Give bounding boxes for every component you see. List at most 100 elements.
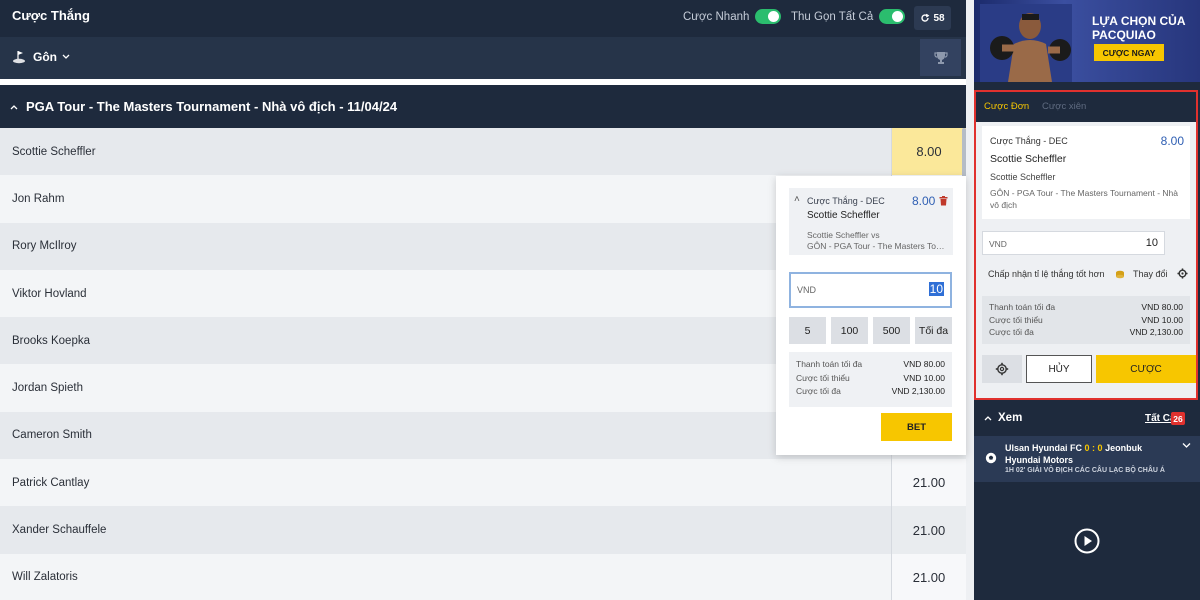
bet-slip-tabs: Cược Đơn Cược xiên <box>976 92 1196 122</box>
bet-limits: Thanh toán tối đa VND 80.00 Cược tối thiể… <box>789 352 952 407</box>
table-row: Xander Schauffele 21.00 <box>0 506 966 554</box>
selection-odds: 8.00 <box>1160 134 1184 148</box>
table-row: Will Zalatoris 21.00 <box>0 553 966 600</box>
promo-banner[interactable]: LỰA CHỌN CỦA PACQUIAO CƯỢC NGAY <box>974 0 1200 82</box>
player-name: Brooks Koepka <box>12 334 90 347</box>
banner-line-2: PACQUIAO <box>1092 28 1156 42</box>
odds-button[interactable]: 21.00 <box>891 506 966 554</box>
change-odds-link[interactable]: Thay đổi <box>1133 269 1168 279</box>
slip-actions: HỦY CƯỢC <box>982 355 1196 383</box>
quick-bet-button[interactable]: BET <box>881 413 952 441</box>
quick-bet-switch[interactable] <box>755 9 782 24</box>
stake-value[interactable]: 10 <box>1146 237 1158 249</box>
market-label: Cược Thắng - DEC <box>807 196 885 206</box>
watch-title: Xem <box>998 412 1023 424</box>
limit-value: VND 2,130.00 <box>1129 327 1183 337</box>
player-name: Scottie Scheffler <box>12 145 96 158</box>
coins-icon <box>1116 270 1124 279</box>
page-title: Cược Thắng <box>12 8 90 23</box>
selection-line-2: GÔN - PGA Tour - The Masters Tournament <box>807 241 947 251</box>
limit-label: Thanh toán tối đa <box>796 359 863 369</box>
collapse-all-switch[interactable] <box>879 9 906 24</box>
player-name: Jon Rahm <box>12 192 65 205</box>
limit-value: VND 10.00 <box>903 372 945 383</box>
currency-label: VND <box>989 239 1007 249</box>
refresh-button[interactable]: 58 <box>914 6 951 30</box>
trophy-button[interactable] <box>920 39 961 76</box>
match-score: 0 : 0 <box>1084 443 1103 453</box>
selection-name: Scottie Scheffler <box>807 210 880 221</box>
accept-better-odds-label: Chấp nhận tỉ lệ thắng tốt hơn <box>988 269 1105 279</box>
table-row: Scottie Scheffler 8.00 <box>0 128 966 176</box>
place-bet-button[interactable]: CƯỢC <box>1096 355 1196 383</box>
chevron-up-icon[interactable]: ˄ <box>794 194 800 205</box>
player-name: Rory McIlroy <box>12 240 77 253</box>
quick-bet-label: Cược Nhanh <box>683 10 750 23</box>
chevron-down-icon <box>62 54 70 59</box>
watch-section: Xem Tất Cả 26 Ulsan Hyundai FC 0 : 0 Jeo… <box>974 402 1200 600</box>
odds-button[interactable]: 21.00 <box>891 459 966 507</box>
collapse-all-label: Thu Gọn Tất Cả <box>791 10 874 23</box>
match-meta: 1H 02' GIẢI VÔ ĐỊCH CÁC CÂU LẠC BỘ CHÂU … <box>1005 467 1165 474</box>
sport-label: Gôn <box>33 50 57 64</box>
selection-line-1: Scottie Scheffler vs <box>807 230 880 240</box>
slip-stake-input[interactable]: VND 10 <box>982 231 1165 255</box>
limit-label: Thanh toán tối đa <box>989 302 1056 312</box>
watch-header[interactable]: Xem <box>984 412 1022 424</box>
chevron-up-icon <box>984 416 992 421</box>
banner-cta-button[interactable]: CƯỢC NGAY <box>1094 44 1164 61</box>
gear-icon[interactable] <box>1177 268 1188 279</box>
odds-button[interactable]: 8.00 <box>891 128 966 176</box>
trash-icon[interactable] <box>939 193 948 211</box>
play-icon[interactable] <box>1074 528 1100 554</box>
chevron-down-icon[interactable] <box>1182 442 1191 449</box>
player-name: Jordan Spieth <box>12 382 83 395</box>
limit-value: VND 2,130.00 <box>891 386 945 396</box>
sport-bar: Gôn <box>0 37 966 79</box>
quick-amount-5[interactable]: 5 <box>789 317 826 344</box>
market-label: Cược Thắng - DEC <box>990 136 1068 146</box>
golf-icon <box>13 51 25 64</box>
quick-amount-100[interactable]: 100 <box>831 317 868 344</box>
stake-value[interactable]: 10 <box>928 282 944 296</box>
quick-bet-popup: ˄ Cược Thắng - DEC 8.00 Scottie Scheffle… <box>776 176 966 455</box>
limit-label: Cược tối thiểu <box>989 314 1043 325</box>
quick-bet-toggle[interactable]: Cược Nhanh <box>683 9 782 24</box>
limit-value: VND 80.00 <box>903 359 945 369</box>
market-pane: Cược Thắng Cược Nhanh Thu Gọn Tất Cả 58 … <box>0 0 966 600</box>
quick-amount-500[interactable]: 500 <box>873 317 910 344</box>
limit-label: Cược tối đa <box>989 327 1034 337</box>
refresh-icon <box>921 13 930 22</box>
slip-settings-button[interactable] <box>982 355 1022 383</box>
tab-parlay[interactable]: Cược xiên <box>1042 101 1086 112</box>
live-match[interactable]: Ulsan Hyundai FC 0 : 0 Jeonbuk Hyundai M… <box>974 436 1200 482</box>
odds-button[interactable]: 21.00 <box>891 553 966 600</box>
event-header[interactable]: PGA Tour - The Masters Tournament - Nhà … <box>0 85 966 128</box>
selection-name: Scottie Scheffler <box>990 153 1067 165</box>
stake-input[interactable]: VND 10 <box>789 272 952 308</box>
trophy-icon <box>933 51 948 64</box>
selection-sub: Scottie Scheffler <box>990 172 1056 182</box>
limit-label: Cược tối thiểu <box>796 372 850 383</box>
currency-label: VND <box>797 285 817 295</box>
selection-event: GÔN - PGA Tour - The Masters Tournament … <box>990 188 1179 210</box>
tab-single[interactable]: Cược Đơn <box>984 101 1029 112</box>
bet-slip: Cược Đơn Cược xiên Cược Thắng - DEC 8.00… <box>974 90 1198 400</box>
gear-icon <box>995 362 1009 376</box>
soccer-ball-icon <box>985 452 997 464</box>
right-sidebar: LỰA CHỌN CỦA PACQUIAO CƯỢC NGAY Cược Đơn… <box>974 0 1200 600</box>
quick-amount-max[interactable]: Tối đa <box>915 317 952 344</box>
slip-selection: Cược Thắng - DEC 8.00 Scottie Scheffler … <box>982 126 1190 219</box>
slip-bet-limits: Thanh toán tối đa VND 80.00 Cược tối thiể… <box>982 296 1190 344</box>
player-name: Cameron Smith <box>12 429 92 442</box>
sport-selector[interactable]: Gôn <box>12 50 70 64</box>
top-bar: Cược Thắng Cược Nhanh Thu Gọn Tất Cả 58 <box>0 0 966 37</box>
collapse-all-toggle[interactable]: Thu Gọn Tất Cả <box>791 9 906 24</box>
banner-line-1: LỰA CHỌN CỦA <box>1092 14 1186 28</box>
quick-bet-selection: ˄ Cược Thắng - DEC 8.00 Scottie Scheffle… <box>789 188 953 255</box>
watch-count-badge: 26 <box>1171 412 1185 425</box>
limit-label: Cược tối đa <box>796 386 841 396</box>
event-title: PGA Tour - The Masters Tournament - Nhà … <box>26 99 398 114</box>
limit-value: VND 80.00 <box>1141 302 1183 312</box>
cancel-button[interactable]: HỦY <box>1026 355 1092 383</box>
